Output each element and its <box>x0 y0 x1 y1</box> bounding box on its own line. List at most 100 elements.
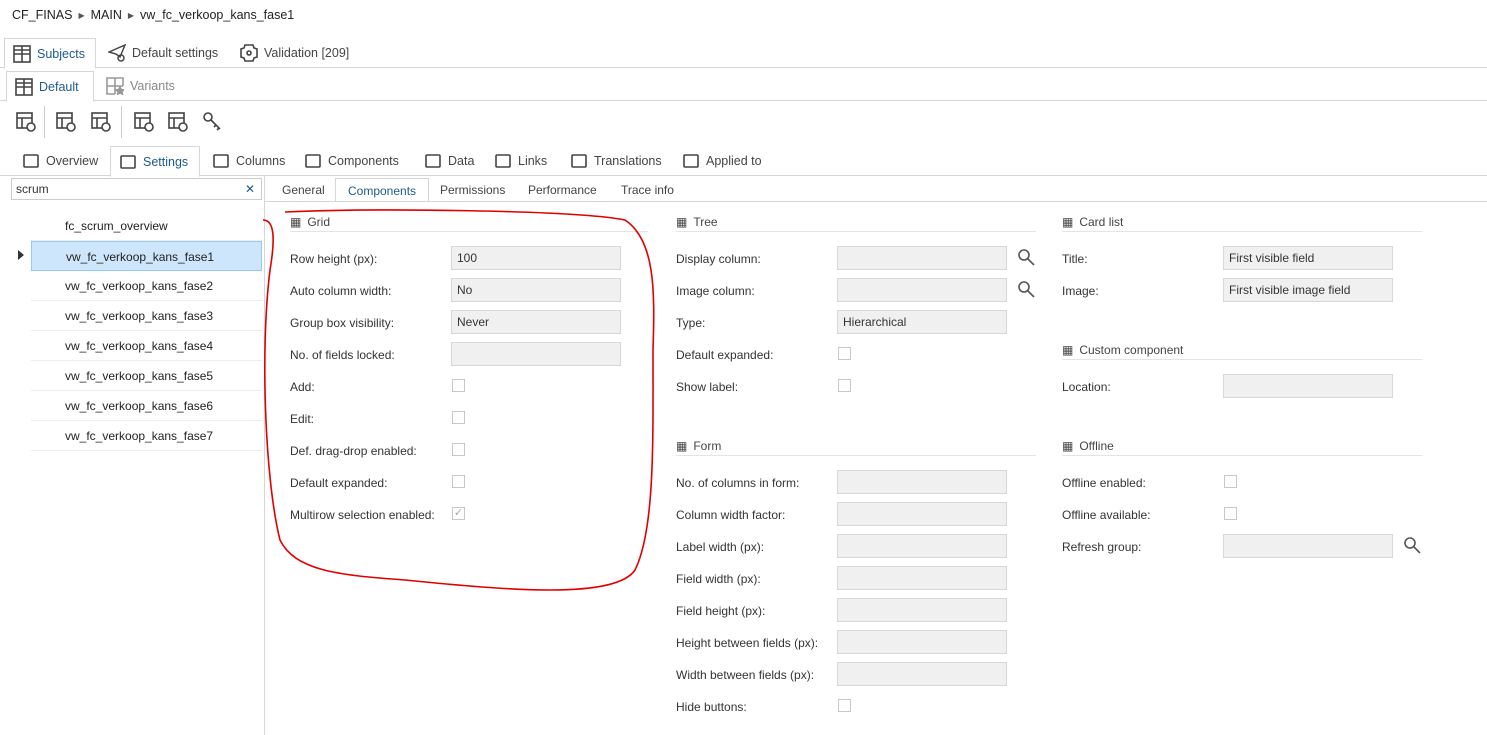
subtab-trace-info[interactable]: Trace info <box>609 178 686 202</box>
tab-label: Overview <box>46 154 99 168</box>
field-width-px-field[interactable] <box>837 566 1007 590</box>
tree-icon: ▦ <box>676 214 688 229</box>
search-input[interactable]: scrum ✕ <box>11 178 262 200</box>
send-gear-icon <box>106 43 127 62</box>
list-item[interactable]: vw_fc_verkoop_kans_fase1 <box>31 241 262 271</box>
list-item[interactable]: vw_fc_verkoop_kans_fase6 <box>31 391 262 421</box>
breadcrumb-item[interactable]: CF_FINAS <box>12 8 72 22</box>
section-title: Custom component <box>1079 342 1184 357</box>
tab-variants[interactable]: Variants <box>98 71 183 101</box>
tab-components[interactable]: Components <box>296 146 407 176</box>
show-label-checkbox[interactable] <box>838 379 851 392</box>
subtab-components[interactable]: Components <box>335 178 430 202</box>
title-field[interactable]: First visible field <box>1223 246 1393 270</box>
width-between-fields-px-field[interactable] <box>837 662 1007 686</box>
def-drag-drop-enabled-checkbox[interactable] <box>452 443 465 456</box>
field-label: Row height (px): <box>290 252 378 266</box>
list-item[interactable]: vw_fc_verkoop_kans_fase3 <box>31 301 262 331</box>
offline-icon: ▦ <box>1062 438 1074 453</box>
tab-applied-to[interactable]: Applied to <box>674 146 770 176</box>
tab-columns[interactable]: Columns <box>204 146 293 176</box>
type-field[interactable]: Hierarchical <box>837 310 1007 334</box>
field-label: Width between fields (px): <box>676 668 815 682</box>
tab-label: Applied to <box>706 154 762 168</box>
grid-edit-icon[interactable] <box>54 110 78 134</box>
display-column-field[interactable] <box>837 246 1007 270</box>
field-label: Add: <box>290 380 315 394</box>
list-item[interactable]: vw_fc_verkoop_kans_fase4 <box>31 331 262 361</box>
tab-subjects[interactable]: Subjects <box>4 38 96 69</box>
offline-enabled-checkbox[interactable] <box>1224 475 1237 488</box>
multirow-selection-enabled-checkbox[interactable]: ✓ <box>452 507 465 520</box>
image-column-field[interactable] <box>837 278 1007 302</box>
grid-icon <box>13 44 31 63</box>
tab-validation[interactable]: Validation [209] <box>232 38 357 68</box>
field-label: Image: <box>1062 284 1099 298</box>
search-icon[interactable] <box>1017 280 1035 298</box>
search-icon[interactable] <box>1403 536 1421 554</box>
row-height-px-field[interactable]: 100 <box>451 246 621 270</box>
tab-translations[interactable]: Translations <box>562 146 670 176</box>
breadcrumb: CF_FINAS ▶ MAIN ▶ vw_fc_verkoop_kans_fase1 <box>12 8 295 22</box>
tab-default-settings[interactable]: Default settings <box>100 38 226 68</box>
toolbar-divider <box>121 106 122 138</box>
search-icon[interactable] <box>1017 248 1035 266</box>
tab-default[interactable]: Default <box>6 71 94 102</box>
subtab-general[interactable]: General <box>270 178 337 202</box>
section-custom-component: ▦ Custom component <box>1062 340 1422 360</box>
view-search-icon[interactable] <box>132 110 156 134</box>
section-tree: ▦ Tree <box>676 212 1036 232</box>
edit-checkbox[interactable] <box>452 411 465 424</box>
section-offline: ▦ Offline <box>1062 436 1422 456</box>
refresh-group-field[interactable] <box>1223 534 1393 558</box>
tab-label: Data <box>448 154 475 168</box>
section-card-list: ▦ Card list <box>1062 212 1422 232</box>
clear-search-icon[interactable]: ✕ <box>245 182 255 196</box>
breadcrumb-item[interactable]: MAIN <box>91 8 122 22</box>
label-width-px-field[interactable] <box>837 534 1007 558</box>
section-title: Offline <box>1079 438 1114 453</box>
tab-settings[interactable]: Settings <box>110 146 200 177</box>
offline-available-checkbox[interactable] <box>1224 507 1237 520</box>
list-item[interactable]: fc_scrum_overview <box>31 211 262 241</box>
tab-overview[interactable]: Overview <box>14 146 106 176</box>
field-height-px-field[interactable] <box>837 598 1007 622</box>
subtab-performance[interactable]: Performance <box>516 178 609 202</box>
field-label: Label width (px): <box>676 540 765 554</box>
auto-column-width-field[interactable]: No <box>451 278 621 302</box>
field-label: Column width factor: <box>676 508 786 522</box>
add-variant-icon[interactable] <box>14 110 38 134</box>
tab-label: Default settings <box>132 46 219 60</box>
field-label: Show label: <box>676 380 739 394</box>
data-icon <box>424 152 442 170</box>
breadcrumb-item[interactable]: vw_fc_verkoop_kans_fase1 <box>140 8 294 22</box>
field-label: Default expanded: <box>676 348 774 362</box>
subtab-permissions[interactable]: Permissions <box>428 178 517 202</box>
image-field[interactable]: First visible image field <box>1223 278 1393 302</box>
default-expanded-checkbox[interactable] <box>452 475 465 488</box>
group-box-visibility-field[interactable]: Never <box>451 310 621 334</box>
hide-buttons-checkbox[interactable] <box>838 699 851 712</box>
no-of-fields-locked-field[interactable] <box>451 342 621 366</box>
key-icon[interactable] <box>200 110 224 134</box>
list-item[interactable]: vw_fc_verkoop_kans_fase7 <box>31 421 262 451</box>
current-row-indicator-icon <box>18 250 24 260</box>
add-checkbox[interactable] <box>452 379 465 392</box>
no-of-columns-in-form-field[interactable] <box>837 470 1007 494</box>
list-item[interactable]: vw_fc_verkoop_kans_fase5 <box>31 361 262 391</box>
field-label: Offline enabled: <box>1062 476 1146 490</box>
code-search-icon[interactable] <box>166 110 190 134</box>
form-edit-icon[interactable] <box>89 110 113 134</box>
default-expanded-checkbox[interactable] <box>838 347 851 360</box>
field-label: Height between fields (px): <box>676 636 819 650</box>
component-icon <box>304 152 322 170</box>
location-field[interactable] <box>1223 374 1393 398</box>
height-between-fields-px-field[interactable] <box>837 630 1007 654</box>
column-width-factor-field[interactable] <box>837 502 1007 526</box>
list-item[interactable]: vw_fc_verkoop_kans_fase2 <box>31 271 262 301</box>
tab-data[interactable]: Data <box>416 146 482 176</box>
column-icon <box>212 152 230 170</box>
link-icon <box>494 152 512 170</box>
tab-links[interactable]: Links <box>486 146 555 176</box>
field-label: Image column: <box>676 284 755 298</box>
